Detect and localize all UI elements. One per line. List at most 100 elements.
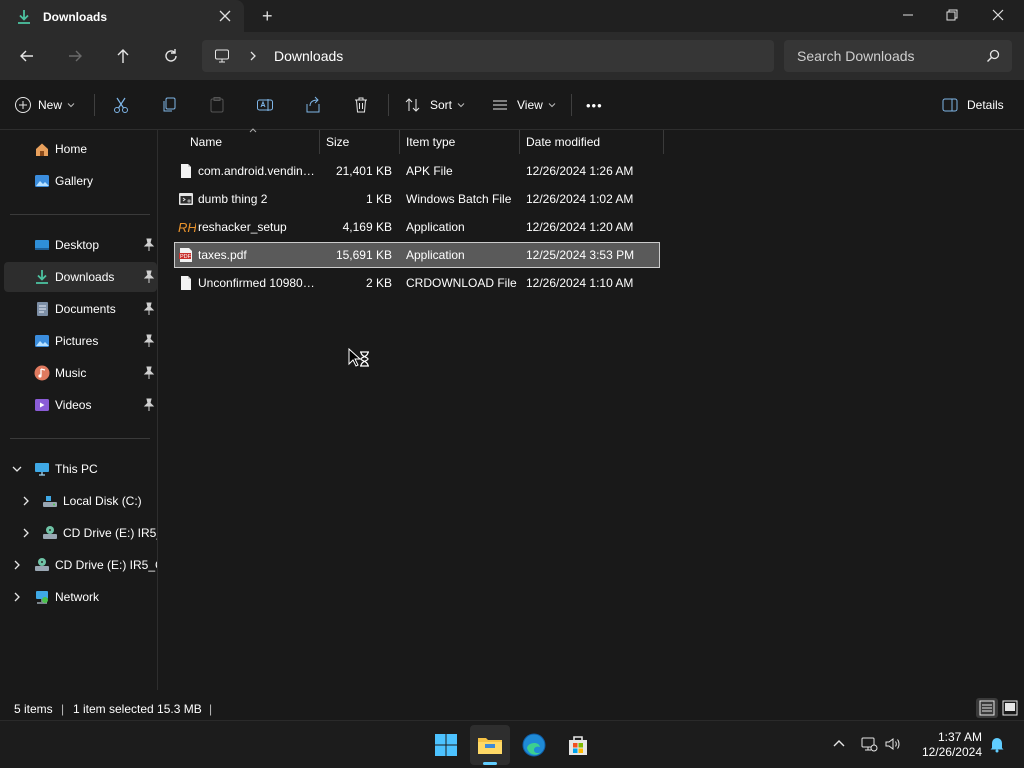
home-icon <box>34 141 50 157</box>
cd-drive-icon <box>34 557 50 573</box>
details-view-button[interactable] <box>976 698 998 718</box>
minimize-button[interactable] <box>885 0 931 30</box>
column-separator[interactable] <box>663 130 664 154</box>
details-pane-button[interactable]: Details <box>941 92 1004 118</box>
pin-icon[interactable] <box>143 270 155 284</box>
separator <box>571 94 572 116</box>
sidebar-item-home[interactable]: Home <box>4 134 157 164</box>
taskbar-edge[interactable] <box>514 725 554 765</box>
breadcrumb-downloads[interactable]: Downloads <box>274 48 343 64</box>
file-row-selected[interactable]: PDF taxes.pdf 15,691 KB Application 12/2… <box>174 242 660 268</box>
sidebar-label: Documents <box>55 302 116 316</box>
sidebar-item-gallery[interactable]: Gallery <box>4 166 157 196</box>
more-options-button[interactable]: ••• <box>586 92 603 118</box>
sidebar-label: Home <box>55 142 88 156</box>
store-bag-icon <box>569 736 587 755</box>
scissors-icon <box>114 97 128 113</box>
tab-downloads[interactable]: Downloads <box>0 0 244 36</box>
file-date: 12/26/2024 1:26 AM <box>526 164 634 178</box>
sidebar-label: Local Disk (C:) <box>63 494 142 508</box>
sidebar-item-this-pc[interactable]: This PC <box>4 454 157 484</box>
copy-button[interactable] <box>160 92 178 118</box>
rename-button[interactable] <box>256 92 274 118</box>
minimize-icon <box>903 14 913 16</box>
trash-icon <box>355 97 367 113</box>
separator <box>388 94 389 116</box>
sidebar-item-network[interactable]: Network <box>4 582 157 612</box>
large-icons-view-button[interactable] <box>1000 698 1020 718</box>
sidebar-label: Videos <box>55 398 92 412</box>
column-header-size[interactable]: Size <box>320 130 400 154</box>
new-tab-button[interactable]: + <box>262 6 273 27</box>
notification-bell-icon[interactable] <box>988 735 1006 753</box>
file-date: 12/26/2024 1:10 AM <box>526 276 634 290</box>
pin-icon[interactable] <box>143 302 155 316</box>
blank-file-icon <box>178 275 194 291</box>
file-row[interactable]: Unconfirmed 10980… 2 KB CRDOWNLOAD File … <box>174 270 660 296</box>
pin-icon[interactable] <box>143 366 155 380</box>
view-button[interactable]: View <box>491 92 557 118</box>
system-clock[interactable]: 1:37 AM 12/26/2024 <box>906 730 982 760</box>
sidebar-item-pictures[interactable]: Pictures <box>4 326 157 356</box>
close-tab-icon[interactable] <box>218 9 232 23</box>
sidebar-item-local-disk[interactable]: Local Disk (C:) <box>4 486 157 516</box>
file-row[interactable]: dumb thing 2 1 KB Windows Batch File 12/… <box>174 186 660 212</box>
folder-icon <box>478 738 502 754</box>
taskbar-file-explorer[interactable] <box>470 725 510 765</box>
sidebar-item-desktop[interactable]: Desktop <box>4 230 157 260</box>
back-arrow-icon <box>20 50 33 62</box>
sidebar-item-downloads[interactable]: Downloads <box>4 262 157 292</box>
sidebar-item-cd-drive[interactable]: CD Drive (E:) IR5_C <box>4 550 157 580</box>
sidebar-item-videos[interactable]: Videos <box>4 390 157 420</box>
file-list: Name Size Item type Date modified com.an… <box>160 128 1024 690</box>
column-header-date[interactable]: Date modified <box>520 130 664 154</box>
close-window-button[interactable] <box>975 0 1021 30</box>
pin-icon[interactable] <box>143 334 155 348</box>
chevron-down-icon[interactable] <box>11 463 23 475</box>
share-button[interactable] <box>304 92 322 118</box>
refresh-button[interactable] <box>155 40 187 72</box>
sidebar-label: This PC <box>55 462 98 476</box>
sidebar-item-cd-drive[interactable]: CD Drive (E:) IR5_C <box>4 518 157 548</box>
chevron-right-icon[interactable] <box>20 495 32 507</box>
address-bar[interactable]: Downloads <box>202 40 774 72</box>
up-button[interactable] <box>107 40 139 72</box>
sort-arrows-icon <box>405 98 420 112</box>
volume-icon[interactable] <box>884 735 902 753</box>
pin-icon[interactable] <box>143 398 155 412</box>
column-header-type[interactable]: Item type <box>400 130 520 154</box>
cut-button[interactable] <box>112 92 130 118</box>
new-button[interactable]: New <box>14 92 76 118</box>
plus-circle-icon <box>15 97 31 113</box>
chevron-right-icon[interactable] <box>11 591 23 603</box>
network-status-icon[interactable] <box>860 735 878 753</box>
paste-button[interactable] <box>208 92 226 118</box>
start-button[interactable] <box>426 725 466 765</box>
pin-icon[interactable] <box>143 238 155 252</box>
view-label: View <box>517 98 543 112</box>
search-input[interactable]: Search Downloads <box>784 40 1012 72</box>
active-app-indicator <box>483 762 497 765</box>
blank-file-icon <box>178 163 194 179</box>
windows-logo-icon <box>435 734 457 756</box>
sort-button[interactable]: Sort <box>404 92 466 118</box>
forward-button[interactable] <box>59 40 91 72</box>
delete-button[interactable] <box>352 92 370 118</box>
sidebar-item-music[interactable]: Music <box>4 358 157 388</box>
edge-browser-icon <box>522 733 546 757</box>
restore-button[interactable] <box>929 0 975 30</box>
sidebar-item-documents[interactable]: Documents <box>4 294 157 324</box>
details-label: Details <box>967 98 1004 112</box>
back-button[interactable] <box>11 40 43 72</box>
clipboard-icon <box>210 97 224 113</box>
file-row[interactable]: RH reshacker_setup 4,169 KB Application … <box>174 214 660 240</box>
chevron-right-icon[interactable] <box>20 527 32 539</box>
show-hidden-icons-chevron-icon[interactable] <box>830 735 848 753</box>
forward-arrow-icon <box>69 50 82 62</box>
chevron-right-icon[interactable] <box>11 559 23 571</box>
taskbar-store[interactable] <box>558 725 598 765</box>
sort-label: Sort <box>430 98 453 112</box>
file-row[interactable]: com.android.vending… 21,401 KB APK File … <box>174 158 660 184</box>
column-header-name[interactable]: Name <box>184 128 320 154</box>
search-icon[interactable] <box>986 49 1000 63</box>
